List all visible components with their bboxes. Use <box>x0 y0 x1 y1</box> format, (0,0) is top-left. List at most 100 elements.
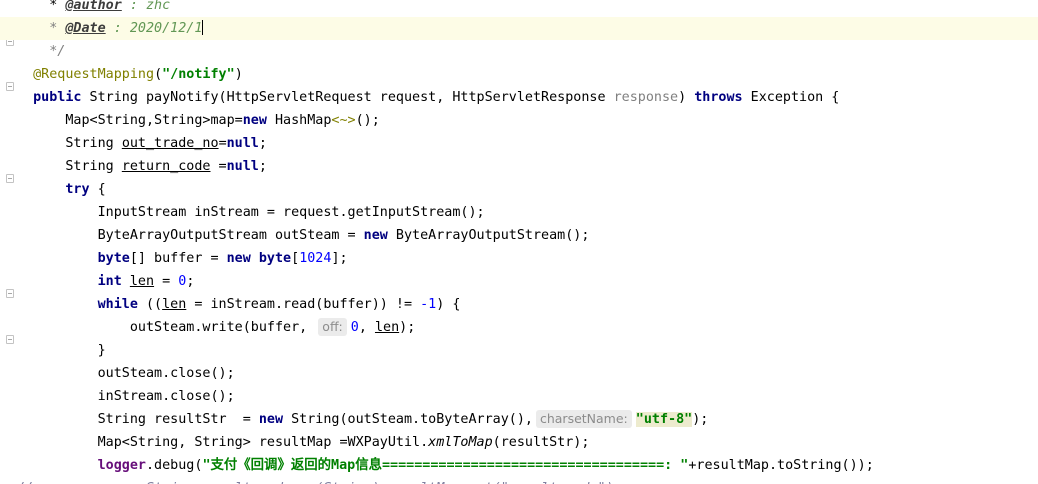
code-line[interactable]: inStream.close(); <box>0 385 1038 408</box>
code-token: throws <box>694 90 743 105</box>
code-line[interactable]: ByteArrayOutputStream outSteam = new Byt… <box>0 224 1038 247</box>
code-token: HashMap <box>266 113 332 128</box>
code-token: xmlToMap <box>428 435 493 450</box>
code-token: @Date <box>65 21 106 36</box>
code-token: public <box>33 90 82 105</box>
code-token: int <box>97 274 122 289</box>
code-line[interactable]: outSteam.write(buffer, off: 0, len); <box>0 316 1038 339</box>
code-token: new <box>363 228 388 243</box>
code-token: out_trade_no <box>121 136 219 151</box>
code-token: * <box>17 21 66 36</box>
code-line[interactable]: String return_code =null; <box>0 155 1038 178</box>
code-token: ); <box>399 320 416 335</box>
code-line[interactable]: // String result_code = (String) resultM… <box>0 477 1038 484</box>
code-token: = <box>218 136 227 151</box>
code-token: byte <box>97 251 130 266</box>
code-token: new <box>242 113 267 128</box>
code-token: Map<String, String> resultMap =WXPayUtil… <box>17 435 429 450</box>
code-token: String <box>17 159 122 174</box>
code-editor[interactable]: * @author : zhc * @Date : 2020/12/1 */ @… <box>0 0 1038 484</box>
code-token: = <box>154 274 179 289</box>
code-token: inStream.close(); <box>17 389 235 404</box>
code-line[interactable]: byte[] buffer = new byte[1024]; <box>0 247 1038 270</box>
code-token: return_code <box>121 159 211 174</box>
code-token: response <box>613 90 679 105</box>
code-line[interactable]: * @author : zhc <box>0 0 1038 17</box>
code-line[interactable]: InputStream inStream = request.getInputS… <box>0 201 1038 224</box>
code-token: ]; <box>331 251 348 266</box>
code-token: null <box>226 136 259 151</box>
code-line[interactable]: */ <box>0 40 1038 63</box>
code-line[interactable]: outSteam.close(); <box>0 362 1038 385</box>
code-token: (( <box>137 297 163 312</box>
code-token: new <box>258 412 284 427</box>
code-token: "utf-8" <box>635 412 693 427</box>
code-line[interactable]: public String payNotify(HttpServletReque… <box>0 86 1038 109</box>
code-token: * <box>17 0 66 13</box>
code-token: try <box>65 182 90 197</box>
code-line[interactable]: try { <box>0 178 1038 201</box>
code-token: null <box>226 159 259 174</box>
code-line[interactable]: Map<String, String> resultMap =WXPayUtil… <box>0 431 1038 454</box>
code-token: ) { <box>436 297 461 312</box>
code-line[interactable]: while ((len = inStream.read(buffer)) != … <box>0 293 1038 316</box>
code-token: ; <box>186 274 195 289</box>
code-token: String <box>17 136 122 151</box>
code-token: .debug( <box>146 458 203 473</box>
code-token: [ <box>291 251 300 266</box>
code-token: (resultStr); <box>492 435 590 450</box>
code-token: ) <box>678 90 695 105</box>
code-token: @author <box>65 0 122 13</box>
code-line[interactable]: String resultStr = new String(outSteam.t… <box>0 408 1038 431</box>
code-token: String resultStr = <box>17 412 259 427</box>
code-token: new <box>226 251 251 266</box>
code-token: } <box>17 343 106 358</box>
code-token: [] buffer = <box>129 251 227 266</box>
code-token: +resultMap.toString()); <box>688 458 874 473</box>
code-token: String payNotify(HttpServletRequest requ… <box>81 90 614 105</box>
code-token: len <box>129 274 155 289</box>
code-line[interactable]: String out_trade_no=null; <box>0 132 1038 155</box>
code-token: ; <box>258 159 267 174</box>
code-line[interactable]: logger.debug("支付《回调》返回的Map信息============… <box>0 454 1038 477</box>
code-token: : zhc <box>121 0 171 13</box>
code-token: 0 <box>350 320 359 335</box>
code-line[interactable]: * @Date : 2020/12/1 <box>0 17 1038 40</box>
code-line[interactable]: Map<String,String>map=new HashMap<~>(); <box>0 109 1038 132</box>
code-token: InputStream inStream = request.getInputS… <box>17 205 485 220</box>
code-line[interactable]: int len = 0; <box>0 270 1038 293</box>
code-line[interactable]: @RequestMapping("/notify") <box>0 63 1038 86</box>
code-line[interactable]: } <box>0 339 1038 362</box>
code-token: while <box>97 297 138 312</box>
code-token: ); <box>692 412 709 427</box>
code-token: = <box>210 159 227 174</box>
code-token: outSteam.close(); <box>17 366 235 381</box>
code-token: 1024 <box>299 251 332 266</box>
code-token: : 2020/12/1 <box>105 21 203 36</box>
code-token: = inStream.read(buffer)) != <box>186 297 421 312</box>
code-token: "支付《回调》返回的Map信息=========================… <box>202 458 689 473</box>
parameter-hint: charsetName: <box>535 410 632 428</box>
code-token: */ <box>17 44 66 59</box>
code-token: , <box>358 320 375 335</box>
code-token: ) <box>234 67 243 82</box>
text-caret <box>202 20 204 35</box>
code-token: ( <box>154 67 163 82</box>
parameter-hint: off: <box>318 318 347 336</box>
code-token: len <box>374 320 400 335</box>
code-token: len <box>162 297 187 312</box>
code-token: (); <box>355 113 380 128</box>
code-token: <~> <box>331 113 356 128</box>
code-token: ; <box>258 136 267 151</box>
code-token: { <box>89 182 106 197</box>
code-token: ByteArrayOutputStream(); <box>387 228 590 243</box>
